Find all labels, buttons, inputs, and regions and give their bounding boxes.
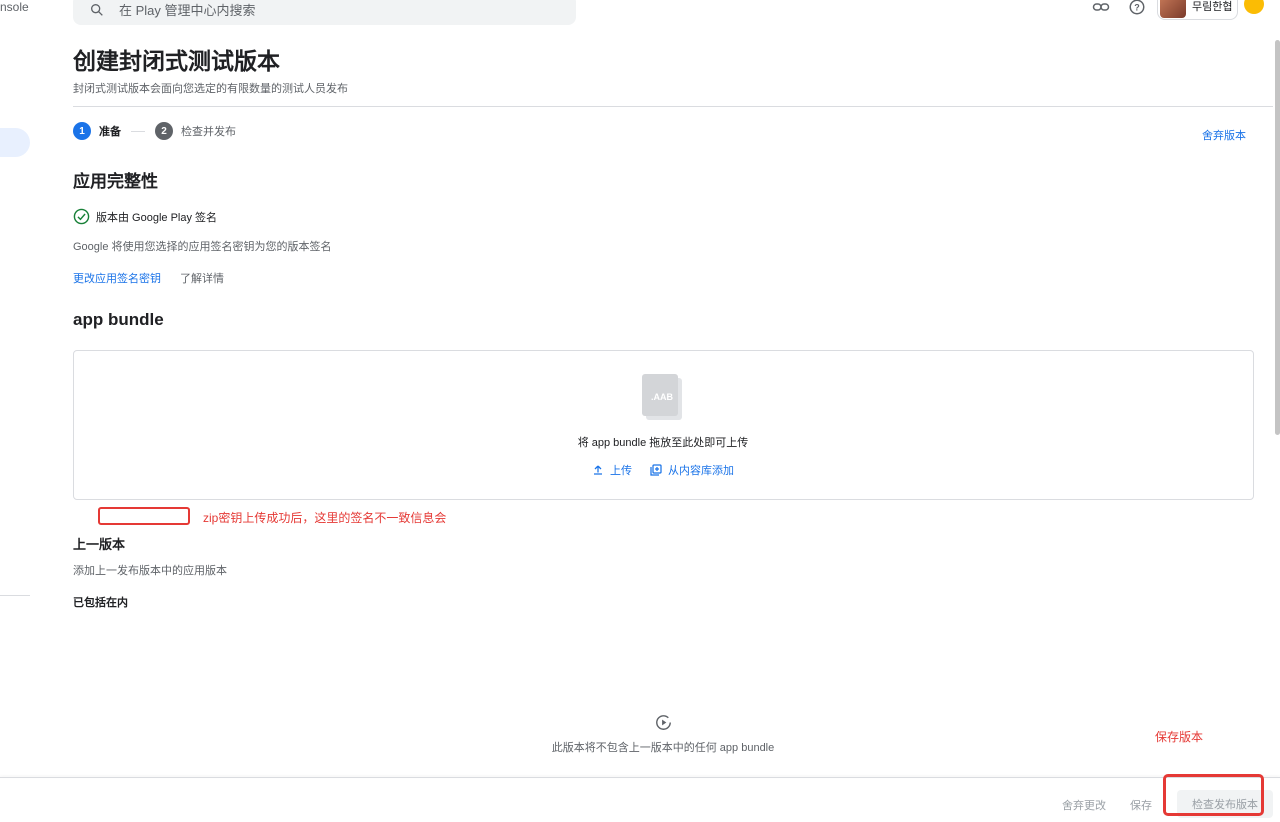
play-circle-icon (656, 715, 671, 730)
profile-avatar[interactable] (1244, 0, 1264, 14)
step-separator (131, 130, 145, 132)
help-icon[interactable]: ? (1128, 0, 1146, 16)
console-title-fragment: nsole (0, 0, 29, 14)
app-avatar (1160, 0, 1186, 18)
included-label: 已包括在内 (73, 597, 128, 609)
integrity-description: Google 将使用您选择的应用签名密钥为您的版本签名 (73, 241, 332, 253)
add-from-library-button[interactable]: 从内容库添加 (650, 462, 734, 478)
aab-badge-text: .AAB (651, 392, 673, 402)
search-input[interactable]: 在 Play 管理中心内搜索 (119, 0, 256, 19)
integrity-links: 更改应用签名密钥 了解详情 (73, 270, 224, 286)
annotation-note-signature: zip密钥上传成功后，这里的签名不一致信息会 (203, 511, 447, 525)
annotation-box-signature (98, 507, 190, 525)
page-subtitle: 封闭式测试版本会面向您选定的有限数量的测试人员发布 (73, 83, 348, 95)
add-from-library-label: 从内容库添加 (668, 465, 734, 477)
learn-more-link[interactable]: 了解详情 (180, 270, 224, 286)
search-bar[interactable]: 在 Play 管理中心内搜索 (73, 0, 576, 25)
integrity-status-text: 版本由 Google Play 签名 (96, 211, 218, 224)
bundle-actions: 上传 从内容库添加 (592, 462, 734, 478)
change-signing-key-link[interactable]: 更改应用签名密钥 (73, 270, 161, 286)
left-nav: nsole (0, 0, 32, 822)
upload-label: 上传 (610, 465, 632, 477)
aab-file-icon: .AAB (642, 374, 682, 420)
discard-changes-button[interactable]: 舍弃更改 (1062, 797, 1106, 813)
step-1-number: 1 (73, 122, 91, 140)
empty-state-text: 此版本将不包含上一版本中的任何 app bundle (551, 742, 775, 754)
svg-text:?: ? (1134, 2, 1140, 12)
library-add-icon (650, 464, 662, 476)
nav-divider (0, 595, 30, 596)
footer-divider (0, 777, 1280, 778)
discard-release-link[interactable]: 舍弃版本 (1202, 127, 1246, 143)
annotation-box-review (1163, 774, 1264, 816)
search-icon (91, 3, 103, 16)
previous-version-desc: 添加上一发布版本中的应用版本 (73, 565, 227, 577)
step-2-number: 2 (155, 122, 173, 140)
page-title: 创建封闭式测试版本 (73, 48, 280, 74)
link-icon[interactable] (1092, 0, 1110, 16)
stepper: 1 准备 2 检查并发布 (73, 122, 236, 140)
drop-instructions: 将 app bundle 拖放至此处即可上传 (577, 437, 749, 449)
previous-version-title: 上一版本 (73, 537, 126, 552)
scrollbar[interactable] (1275, 40, 1280, 435)
upload-icon (594, 465, 602, 475)
integrity-section-title: 应用完整性 (73, 172, 158, 191)
upload-button[interactable]: 上传 (592, 462, 632, 478)
nav-active-item[interactable] (0, 128, 30, 157)
bundle-section-title: app bundle (73, 310, 164, 329)
step-2-label: 检查并发布 (181, 126, 236, 138)
header-divider (73, 106, 1273, 107)
save-button[interactable]: 保存 (1130, 797, 1152, 813)
account-name: 무림한협 (1192, 1, 1233, 13)
check-circle-icon (73, 208, 90, 225)
account-switcher[interactable]: 무림한협 (1157, 0, 1238, 20)
step-1-label: 准备 (99, 126, 121, 138)
integrity-status: 版本由 Google Play 签名 (73, 208, 217, 225)
